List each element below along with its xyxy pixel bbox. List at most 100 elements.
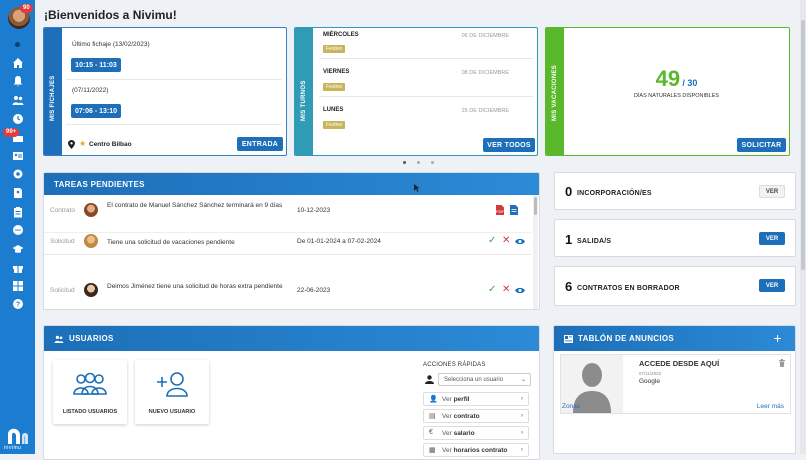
listado-usuarios-tile[interactable]: LISTADO USUARIOS — [53, 360, 127, 424]
page-title: ¡Bienvenidos a Nivimu! — [44, 8, 177, 22]
task-row[interactable]: Solicitud Tiene una solicitud de vacacio… — [44, 223, 531, 255]
prev-fichaje-label: (07/11/2022) — [72, 87, 109, 94]
action-prefix: Ver — [442, 396, 452, 403]
chevron-right-icon: › — [520, 446, 523, 453]
id-card-icon[interactable] — [11, 149, 24, 162]
ver-contratos-button[interactable]: VER — [759, 279, 785, 292]
gift-icon[interactable] — [11, 261, 24, 274]
count-label: SALIDA/S — [577, 238, 612, 245]
tareas-header: TAREAS PENDIENTES — [44, 173, 539, 195]
announcement-title: ACCEDE DESDE AQUÍ — [639, 359, 720, 368]
user-group-icon — [73, 372, 107, 395]
count-number: 6 — [565, 279, 573, 294]
vacaciones-card: MIS VACACIONES 49 / 30 DÍAS NATURALES DI… — [545, 27, 790, 156]
ver-todos-button[interactable]: VER TODOS — [483, 138, 535, 152]
action-prefix: Ver — [442, 447, 452, 454]
grid-icon[interactable] — [11, 279, 24, 292]
ver-salidas-button[interactable]: VER — [759, 232, 785, 245]
vacaciones-counter: 49 / 30 — [546, 66, 789, 92]
contratos-card: 6 CONTRATOS EN BORRADOR VER — [554, 266, 796, 306]
turnos-strip: MIS TURNOS — [295, 28, 313, 155]
home-icon[interactable] — [11, 56, 24, 69]
users-icon[interactable] — [11, 93, 24, 106]
task-date: 10-12-2023 — [297, 207, 331, 214]
add-icon[interactable]: + — [774, 330, 782, 346]
last-fichaje-time: 10:15 - 11:03 — [71, 58, 121, 72]
ver-contrato-action[interactable]: ▤ Ver contrato › — [423, 409, 529, 423]
document-icon[interactable] — [510, 205, 518, 215]
action-prefix: Ver — [442, 430, 452, 437]
shift-date: 08 DE DICIEMBRE — [461, 70, 509, 76]
approve-icon[interactable]: ✓ — [488, 235, 496, 246]
svg-text:?: ? — [15, 301, 19, 308]
task-date: De 01-01-2024 a 07-02-2024 — [297, 238, 381, 245]
shift-date: 25 DE DICIEMBRE — [461, 108, 509, 114]
turnos-strip-label: MIS TURNOS — [301, 80, 307, 121]
reject-icon[interactable]: ✕ — [502, 235, 510, 246]
calendar-icon: ▦ — [429, 447, 436, 454]
nuevo-usuario-tile[interactable]: NUEVO USUARIO — [135, 360, 209, 424]
settings-icon[interactable] — [11, 167, 24, 180]
newspaper-icon — [564, 334, 573, 343]
page-scrollbar[interactable] — [800, 0, 806, 454]
notifications-badge: 90 — [20, 4, 33, 13]
task-type: Solicitud — [50, 287, 75, 294]
bell-icon[interactable] — [11, 74, 24, 87]
clipboard-icon[interactable] — [11, 205, 24, 218]
task-avatar — [84, 203, 98, 217]
user-select[interactable]: Selecciona un usuario ⌄ — [438, 373, 531, 386]
trash-icon[interactable] — [779, 359, 785, 367]
last-fichaje-label: Último fichaje (13/02/2023) — [72, 41, 150, 48]
pdf-icon[interactable]: PDF — [496, 205, 504, 215]
approve-icon[interactable]: ✓ — [488, 284, 496, 295]
solicitar-button[interactable]: SOLICITAR — [737, 138, 786, 152]
view-icon[interactable] — [515, 238, 525, 245]
ver-incorporaciones-button[interactable]: VER — [759, 185, 785, 198]
ver-perfil-action[interactable]: 👤 Ver perfil › — [423, 392, 529, 406]
task-text: El contrato de Manuel Sánchez Sánchez te… — [107, 202, 283, 209]
task-type: Contrato — [50, 207, 75, 214]
svg-text:PDF: PDF — [496, 209, 504, 214]
task-text: Tiene una solicitud de vacaciones pendie… — [107, 239, 235, 246]
leer-mas-link[interactable]: Leer más — [757, 403, 784, 410]
action-label: contrato — [453, 413, 480, 420]
nivimu-logo-icon — [8, 428, 28, 444]
alerts-badge: 99+ — [3, 128, 20, 137]
usuarios-title: USUARIOS — [69, 334, 114, 343]
action-label: salario — [453, 430, 475, 437]
fichajes-strip-label: MIS FICHAJES — [50, 75, 56, 121]
tile-label: LISTADO USUARIOS — [62, 409, 118, 415]
user-document-icon[interactable] — [11, 186, 24, 199]
graduation-icon[interactable] — [11, 242, 24, 255]
view-icon[interactable] — [515, 287, 525, 294]
task-row[interactable]: Solicitud Deimos Jiménez tiene una solic… — [44, 271, 531, 309]
turnos-card: MIS TURNOS MIÉRCOLES 06 DE DICIEMBRE Fes… — [294, 27, 538, 156]
anuncios-header: TABLÓN DE ANUNCIOS + — [554, 326, 795, 351]
anuncios-title: TABLÓN DE ANUNCIOS — [578, 334, 675, 343]
vacaciones-caption: DÍAS NATURALES DISPONIBLES — [633, 93, 720, 99]
vacaciones-total: / 30 — [682, 78, 698, 88]
shift-day: LUNES — [323, 107, 344, 113]
tareas-panel: TAREAS PENDIENTES Contrato El contrato d… — [43, 172, 540, 310]
entrada-button[interactable]: ENTRADA — [237, 137, 283, 151]
task-avatar — [84, 234, 98, 248]
ver-horarios-action[interactable]: ▦ Ver horarios contrato › — [423, 443, 529, 457]
ver-salario-action[interactable]: € Ver salario › — [423, 426, 529, 440]
tareas-title: TAREAS PENDIENTES — [54, 179, 145, 189]
usuarios-header: USUARIOS — [44, 326, 539, 351]
clock-icon[interactable] — [11, 112, 24, 125]
anuncios-panel: TABLÓN DE ANUNCIOS + ACCEDE DESDE AQUÍ 0… — [553, 325, 796, 454]
prev-fichaje-time: 07:06 - 13:10 — [71, 104, 121, 118]
zonas-link[interactable]: Zonas — [562, 403, 580, 410]
reject-icon[interactable]: ✕ — [502, 284, 510, 295]
fichajes-strip: MIS FICHAJES — [44, 28, 62, 155]
chat-icon[interactable] — [11, 223, 24, 236]
location-name: Centro Bilbao — [89, 141, 132, 148]
task-avatar — [84, 283, 98, 297]
logo-text: nivimu — [4, 445, 22, 451]
document-icon: ▤ — [429, 413, 436, 420]
shift-tag: Festivo — [323, 119, 346, 129]
star-icon: ★ — [79, 139, 87, 148]
count-label: INCORPORACIÓN/ES — [577, 190, 652, 197]
help-icon[interactable]: ? — [11, 297, 24, 310]
